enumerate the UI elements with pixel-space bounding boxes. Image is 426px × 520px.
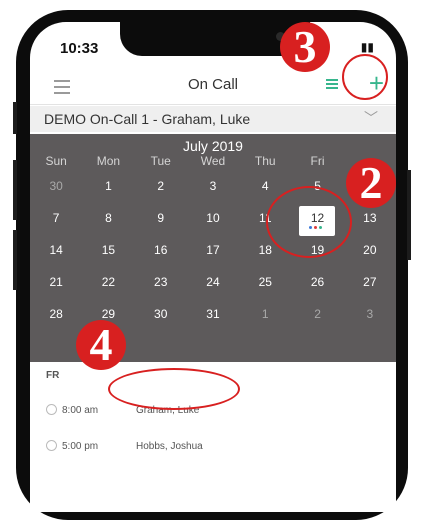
highlight-circle-date bbox=[266, 186, 352, 258]
day-number: 20 bbox=[363, 243, 377, 257]
day-number: 26 bbox=[310, 275, 325, 289]
list-view-icon[interactable] bbox=[326, 79, 338, 91]
power-button bbox=[407, 170, 411, 260]
calendar-day[interactable]: 17 bbox=[187, 238, 239, 270]
weekday-label: Wed bbox=[200, 154, 226, 168]
day-number: 28 bbox=[49, 307, 63, 321]
day-number: 30 bbox=[49, 179, 63, 193]
calendar-day[interactable]: 10 bbox=[187, 206, 239, 238]
calendar-day[interactable]: 30 bbox=[30, 174, 82, 206]
clock-icon bbox=[46, 440, 57, 451]
calendar-day[interactable]: 1 bbox=[82, 174, 134, 206]
day-number: 1 bbox=[105, 179, 112, 193]
highlight-circle-add bbox=[342, 54, 388, 100]
clock-icon bbox=[46, 404, 57, 415]
day-number: 13 bbox=[363, 211, 377, 225]
weekday-label: Fri bbox=[310, 154, 325, 168]
calendar-day[interactable]: 3 bbox=[187, 174, 239, 206]
event-person: Hobbs, Joshua bbox=[136, 441, 203, 452]
calendar-day[interactable]: 7 bbox=[30, 206, 82, 238]
calendar-day[interactable]: 28 bbox=[30, 302, 82, 334]
day-number: 9 bbox=[157, 211, 165, 225]
calendar-week: 21 22 23 24 25 26 27 bbox=[30, 270, 396, 302]
calendar-day[interactable]: 27 bbox=[344, 270, 396, 302]
calendar-day[interactable]: 21 bbox=[30, 270, 82, 302]
side-button bbox=[13, 102, 17, 134]
event-date-heading: FR bbox=[46, 370, 60, 381]
day-number: 8 bbox=[105, 211, 112, 225]
weekday-label: Thu bbox=[254, 154, 276, 168]
calendar-day[interactable]: 25 bbox=[239, 270, 291, 302]
step-badge-4: 4 bbox=[76, 320, 126, 370]
day-number: 16 bbox=[154, 243, 168, 257]
day-number: 30 bbox=[154, 307, 168, 321]
day-number: 31 bbox=[206, 307, 220, 321]
calendar-day[interactable]: 9 bbox=[135, 206, 187, 238]
schedule-selector[interactable]: DEMO On-Call 1 - Graham, Luke ﹀ bbox=[30, 106, 396, 132]
event-time: 5:00 pm bbox=[62, 441, 99, 452]
day-number: 2 bbox=[157, 179, 165, 193]
day-number: 22 bbox=[101, 275, 116, 289]
day-number: 14 bbox=[49, 243, 63, 257]
step-badge-2: 2 bbox=[346, 158, 396, 208]
day-number: 18 bbox=[258, 243, 272, 257]
calendar-day[interactable]: 14 bbox=[30, 238, 82, 270]
step-badge-3: 3 bbox=[280, 22, 330, 72]
month-title: July 2019 bbox=[183, 138, 243, 154]
calendar-day[interactable]: 31 bbox=[187, 302, 239, 334]
day-number: 7 bbox=[52, 211, 60, 225]
day-number: 24 bbox=[206, 275, 220, 289]
nav-bar: On Call + bbox=[30, 66, 396, 105]
day-number: 10 bbox=[206, 211, 220, 225]
event-time: 8:00 am bbox=[62, 405, 99, 416]
app-screen: 10:33 ▮▮ On Call + DEMO On-Call 1 - Grah… bbox=[30, 22, 396, 512]
calendar-day[interactable]: 3 bbox=[344, 302, 396, 334]
chevron-down-icon: ﹀ bbox=[364, 110, 378, 126]
status-time: 10:33 bbox=[60, 40, 99, 57]
day-number: 21 bbox=[49, 275, 63, 289]
calendar-day[interactable]: 24 bbox=[187, 270, 239, 302]
side-button bbox=[13, 160, 17, 220]
day-number: 2 bbox=[314, 307, 321, 321]
calendar-day[interactable]: 16 bbox=[135, 238, 187, 270]
weekday-label: Tue bbox=[150, 154, 171, 168]
calendar-day[interactable]: 20 bbox=[344, 238, 396, 270]
calendar-day[interactable]: 1 bbox=[239, 302, 291, 334]
day-number: 17 bbox=[206, 243, 220, 257]
side-button bbox=[13, 230, 17, 290]
day-number: 25 bbox=[258, 275, 272, 289]
calendar-day[interactable]: 2 bbox=[291, 302, 343, 334]
day-number: 1 bbox=[261, 307, 269, 321]
calendar-day[interactable]: 8 bbox=[82, 206, 134, 238]
battery-icon: ▮▮ bbox=[360, 40, 374, 54]
weekday-header: Sun Mon Tue Wed Thu Fri bbox=[30, 154, 396, 168]
schedule-label: DEMO On-Call 1 - Graham, Luke bbox=[44, 111, 251, 127]
weekday-label: Mon bbox=[96, 154, 121, 168]
calendar-day[interactable]: 22 bbox=[82, 270, 134, 302]
calendar-day[interactable]: 15 bbox=[82, 238, 134, 270]
day-number: 27 bbox=[363, 275, 377, 289]
highlight-circle-event bbox=[108, 368, 240, 410]
day-number: 3 bbox=[366, 307, 374, 321]
day-number: 3 bbox=[209, 179, 217, 193]
weekday-label: Sun bbox=[45, 154, 67, 168]
day-number: 15 bbox=[101, 243, 116, 257]
calendar-day[interactable]: 2 bbox=[135, 174, 187, 206]
day-number: 23 bbox=[154, 275, 168, 289]
calendar-day[interactable]: 30 bbox=[135, 302, 187, 334]
calendar-day[interactable]: 26 bbox=[291, 270, 343, 302]
event-row[interactable]: 5:00 pm Hobbs, Joshua bbox=[46, 440, 203, 452]
calendar-day[interactable]: 23 bbox=[135, 270, 187, 302]
day-number: 4 bbox=[261, 179, 269, 193]
